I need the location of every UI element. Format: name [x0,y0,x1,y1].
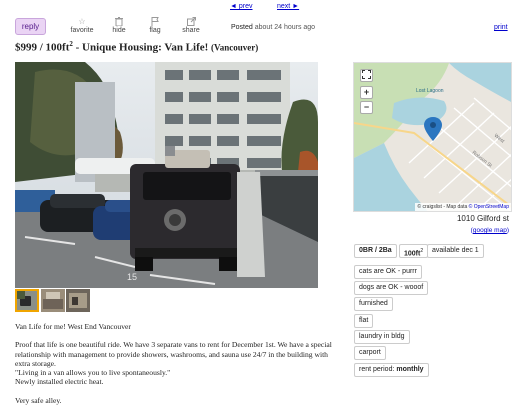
trash-icon [101,17,137,27]
share-label: share [182,27,200,34]
osm-link[interactable]: © OpenStreetMap [469,204,509,210]
reply-button[interactable]: reply [15,18,46,35]
attr-rent-period: rent period: monthly [354,363,429,377]
attr-cats: cats are OK - purrr [354,265,422,279]
attr-laundry: laundry in bldg [354,330,410,344]
price: $999 [15,41,37,54]
map-tiles: Lost Lagoon Robson St West [354,63,511,211]
favorite-button[interactable]: ☆ favorite [64,17,100,34]
prev-link[interactable]: ◄ prev [230,3,253,10]
title-location: (Vancouver) [211,42,259,53]
listing-nav: ◄ prev next ► [0,3,527,13]
flag-label: flag [149,27,161,34]
posted-label: Posted [231,24,253,31]
share-icon [173,17,209,27]
posted-ago: about 24 hours ago [254,24,316,31]
attr-dogs: dogs are OK - wooof [354,281,429,295]
hide-button[interactable]: hide [101,17,137,34]
favorite-label: favorite [70,27,94,34]
housing-size: / 100ft [37,41,70,54]
thumbnail-3[interactable] [66,289,90,312]
google-map-link-wrap: (google map) [353,227,509,234]
attr-flat: flat [354,314,374,328]
svg-text:15: 15 [127,272,137,282]
thumbnail-2-image [41,289,65,312]
minus-icon: − [363,102,370,112]
thumbnail-1-image [17,291,37,310]
google-map-link[interactable]: google map [473,227,507,234]
thumbnail-1[interactable] [15,289,39,312]
map-attribution: © craigslist - Map data © OpenStreetMap [415,203,511,211]
google-map-close: ) [506,227,509,234]
fullscreen-icon [362,70,371,79]
body-alley: Very safe alley. [15,395,62,405]
attr-br-ba-text: 0BR / 2Ba [359,247,392,254]
attribution-text: © craigslist - Map data [417,204,469,210]
map-label-lagoon: Lost Lagoon [416,88,444,94]
attr-sqft-text: 100ft [404,250,421,258]
location-map[interactable]: Lost Lagoon Robson St West + − © craigsl… [353,62,512,212]
flag-button[interactable]: flag [137,17,173,34]
plus-icon: + [363,87,370,97]
attr-br-ba: 0BR / 2Ba [354,244,397,258]
zoom-in-button[interactable]: + [360,86,373,99]
next-link[interactable]: next ► [277,3,299,10]
zoom-out-button[interactable]: − [360,101,373,114]
flag-icon [137,17,173,27]
rent-period-label: rent period: [359,366,397,373]
posted-date: Posted about 24 hours ago [231,24,315,31]
share-button[interactable]: share [173,17,209,34]
main-photo[interactable]: 15 [15,62,318,288]
attr-sqft-sup: 2 [420,248,424,254]
body-quote: "Living in a van allows you to live spon… [15,368,171,378]
fullscreen-button[interactable] [360,69,373,82]
print-link[interactable]: print [494,24,508,31]
posting-title: $999 / 100ft2 - Unique Housing: Van Life… [15,40,258,54]
attr-available: available dec 1 [427,244,484,258]
thumbnail-2[interactable] [41,289,65,312]
star-icon: ☆ [78,17,86,26]
hide-label: hide [112,27,126,34]
map-address: 1010 Gilford st [456,214,509,223]
body-line-1: Van Life for me! West End Vancouver [15,322,131,331]
thumbnail-3-image [66,289,90,312]
van-parking-photo: 15 [15,62,318,288]
body-heat: Newly installed electric heat. [15,377,104,387]
posting-body: Van Life for me! West End Vancouver Proo… [15,322,335,405]
rent-period-value: monthly [396,366,424,373]
title-text: - Unique Housing: Van Life! [72,41,212,54]
attr-carport: carport [354,346,386,360]
attr-furnished: furnished [354,297,393,311]
body-paragraph-2: Proof that life is one beautiful ride. W… [15,340,332,368]
attr-sqft: 100ft2 [399,244,429,258]
